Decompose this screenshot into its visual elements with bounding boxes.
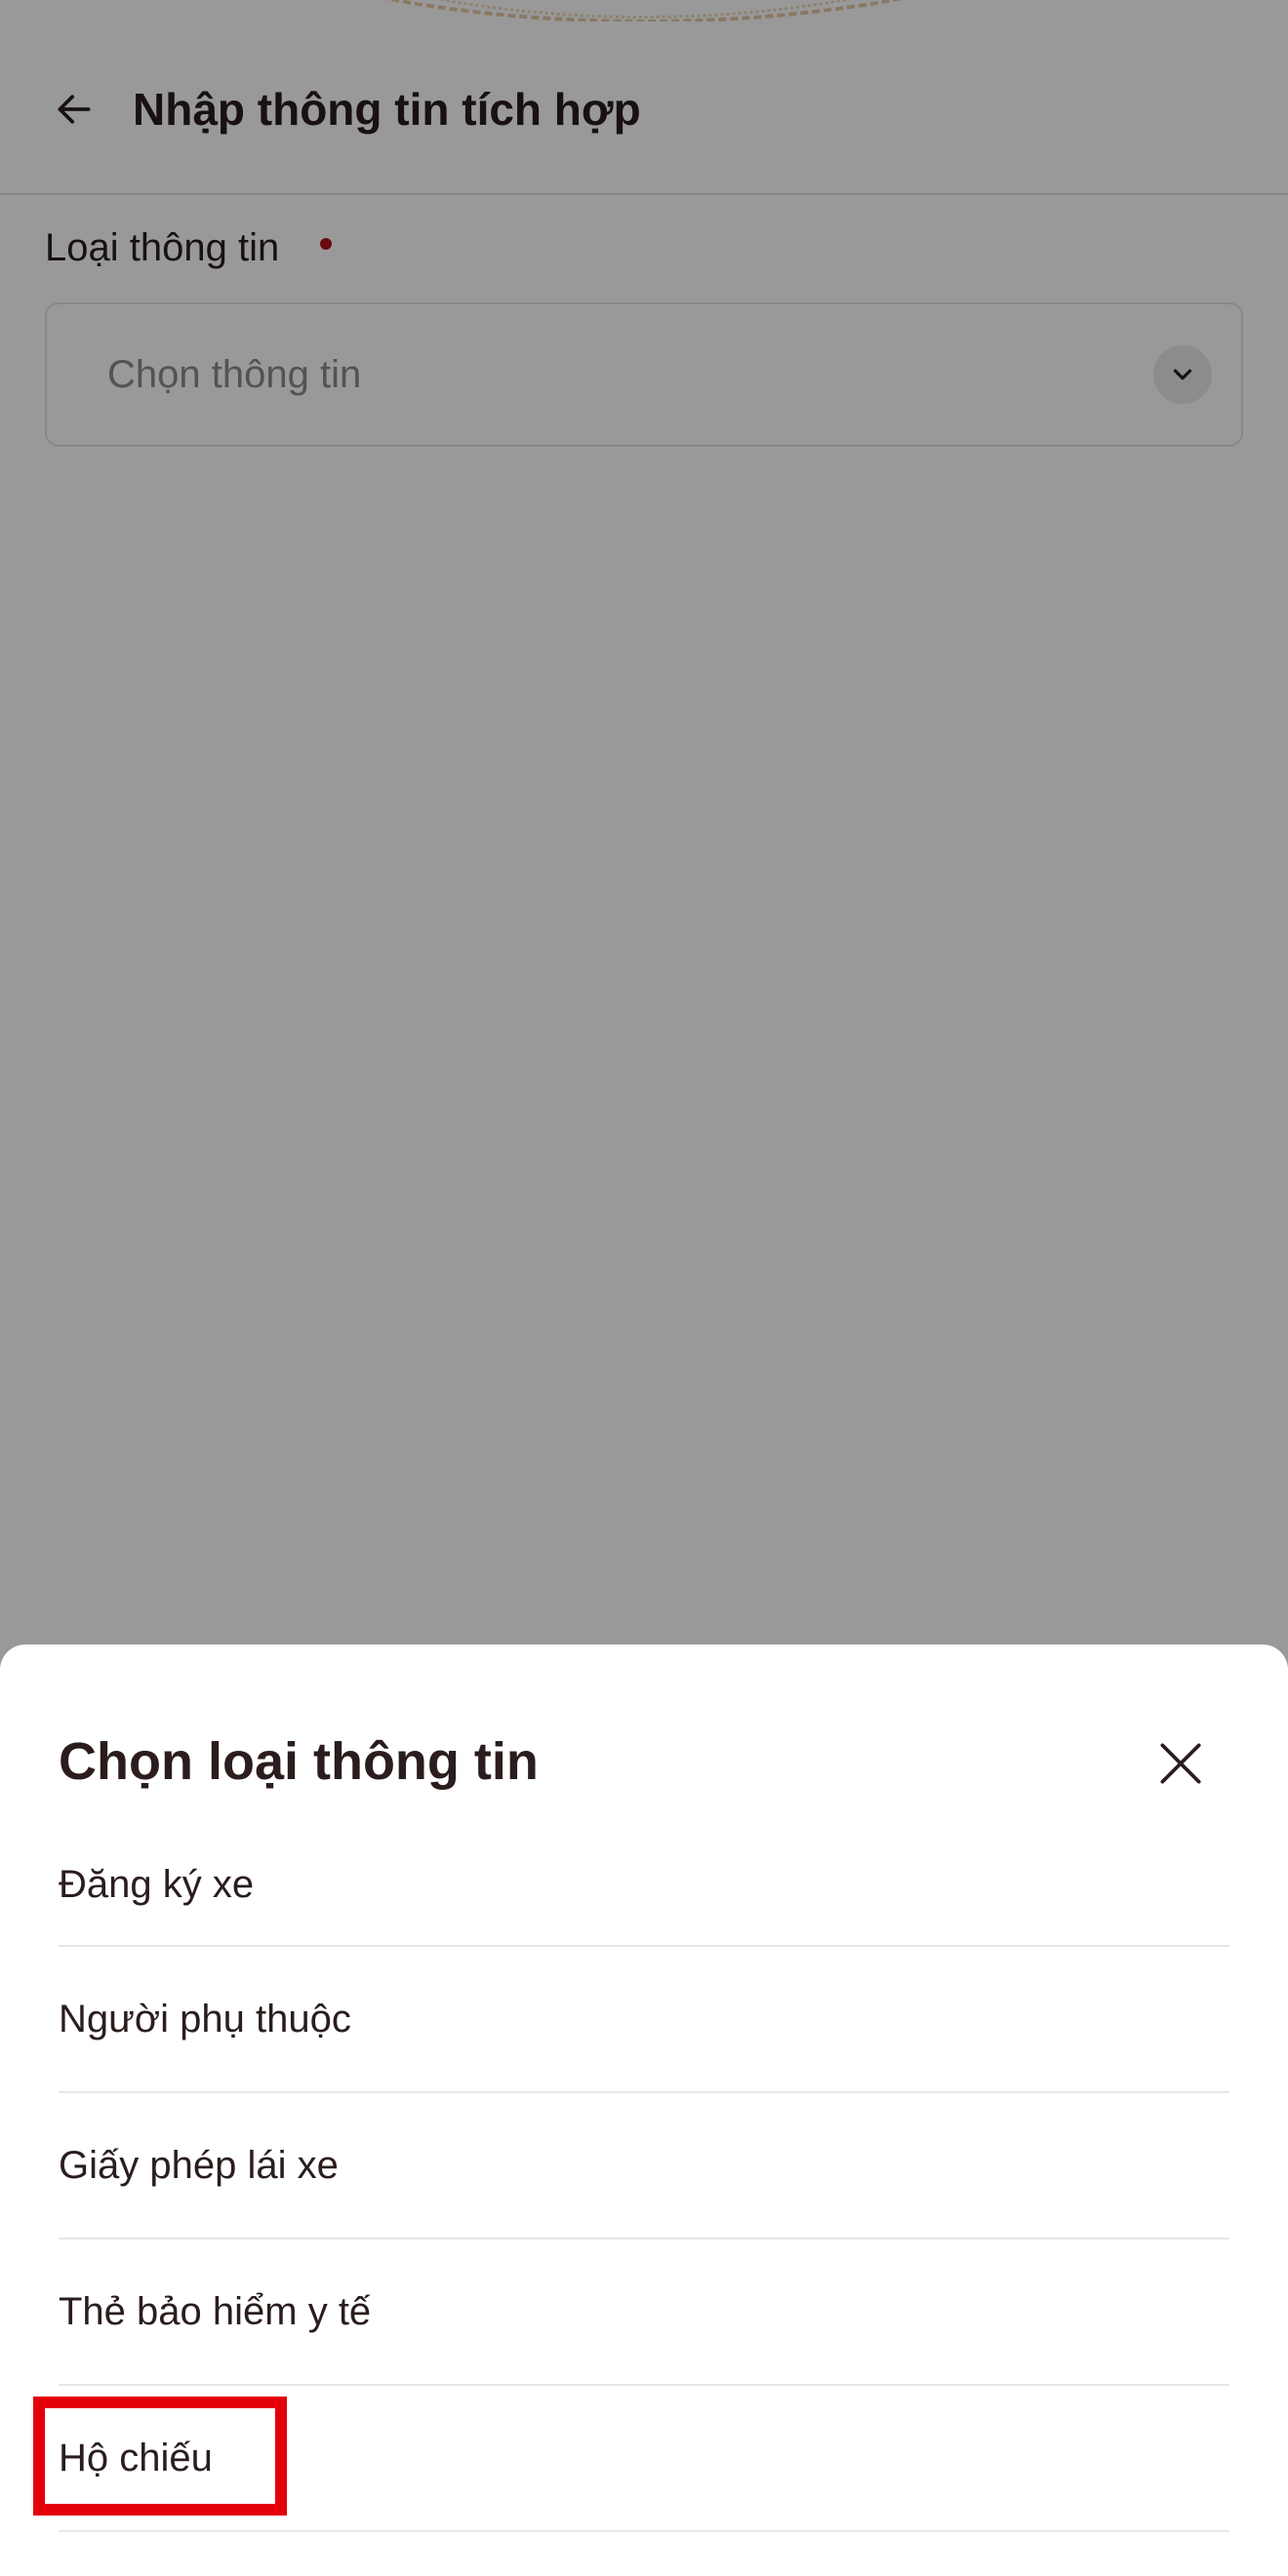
option-health-insurance-card[interactable]: Thẻ bảo hiểm y tế xyxy=(59,2239,1229,2386)
highlight-box xyxy=(33,2397,287,2516)
close-icon xyxy=(1160,1743,1201,1784)
option-label: Giấy phép lái xe xyxy=(59,2143,339,2187)
sheet-title: Chọn loại thông tin xyxy=(59,1732,539,1791)
option-dependents[interactable]: Người phụ thuộc xyxy=(59,1947,1229,2093)
close-button[interactable] xyxy=(1144,1726,1218,1801)
option-label: Đăng ký xe xyxy=(59,1862,255,1906)
option-vehicle-registration[interactable]: Đăng ký xe xyxy=(59,1824,1229,1947)
option-label: Thẻ bảo hiểm y tế xyxy=(59,2289,372,2333)
option-driver-license[interactable]: Giấy phép lái xe xyxy=(59,2093,1229,2239)
option-label: Người phụ thuộc xyxy=(59,1997,351,2041)
